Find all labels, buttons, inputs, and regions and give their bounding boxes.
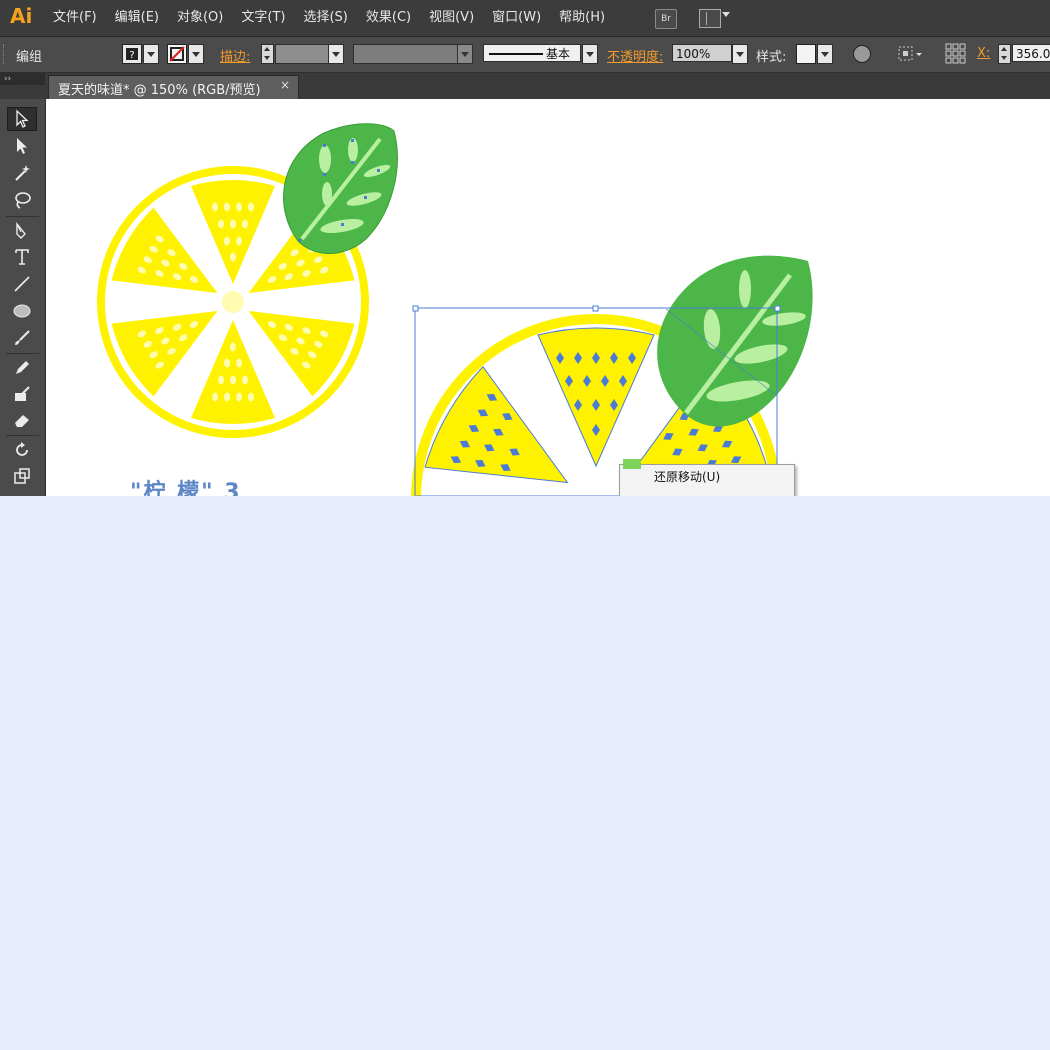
isolate-group-icon[interactable] <box>896 44 924 64</box>
type-tool-icon <box>15 249 29 265</box>
opacity-field[interactable]: 100% <box>672 44 732 62</box>
align-grid-icon[interactable] <box>944 42 968 66</box>
pen-tool-icon <box>16 222 26 239</box>
bounding-box-handle <box>592 305 599 312</box>
stroke-label[interactable]: 描边: <box>220 46 250 65</box>
profile-dropdown[interactable] <box>457 44 473 64</box>
brush-definition[interactable]: 基本 <box>483 44 581 62</box>
recolor-artwork-icon[interactable] <box>853 45 871 63</box>
menu-edit[interactable]: 编辑(E) <box>106 0 168 36</box>
lasso-tool[interactable] <box>7 188 37 212</box>
blob-brush-tool[interactable] <box>7 382 37 406</box>
artboard-canvas[interactable]: 还原移动(U) <box>46 99 1050 496</box>
direct-selection-tool-icon <box>17 138 27 154</box>
rotate-tool-icon <box>16 442 28 456</box>
menu-file[interactable]: 文件(F) <box>44 0 106 36</box>
leaf-large[interactable] <box>657 255 813 427</box>
menu-view[interactable]: 视图(V) <box>420 0 483 36</box>
tools-panel <box>0 99 46 496</box>
brush-definition-dropdown[interactable] <box>582 44 598 64</box>
stroke-dropdown[interactable] <box>188 44 204 64</box>
scale-tool-icon <box>14 468 30 484</box>
ellipse-tool[interactable] <box>7 299 37 323</box>
artwork <box>97 123 813 496</box>
blob-brush-icon <box>15 386 30 401</box>
no-stroke-icon <box>169 46 185 62</box>
stroke-swatch[interactable] <box>167 44 187 64</box>
stroke-line-icon <box>489 53 543 55</box>
control-bar: 编组 ? 描边: 基本 不透明度: 100% 样式: X: 356.0 <box>0 37 1050 73</box>
variable-width-profile[interactable] <box>353 44 459 64</box>
stroke-weight-field[interactable] <box>275 44 329 64</box>
menu-bar: Ai 文件(F) 编辑(E) 对象(O) 文字(T) 选择(S) 效果(C) 视… <box>0 0 1050 37</box>
paintbrush-tool[interactable] <box>7 326 37 350</box>
context-menu-icon <box>623 459 641 469</box>
line-segment-tool[interactable] <box>7 272 37 296</box>
magic-wand-tool[interactable] <box>7 161 37 185</box>
menu-effect[interactable]: 效果(C) <box>357 0 420 36</box>
selection-tool[interactable] <box>7 107 37 131</box>
x-coordinate-field[interactable]: 356.0 <box>1012 44 1050 62</box>
svg-text:?: ? <box>129 50 134 61</box>
workspace-switcher-icon[interactable] <box>699 9 721 28</box>
stroke-weight-stepper[interactable] <box>261 44 274 64</box>
document-tab-title: 夏天的味道* @ 150% (RGB/预览) <box>58 83 261 98</box>
type-tool[interactable] <box>7 245 37 269</box>
brush-definition-value: 基本 <box>546 47 571 61</box>
fill-unknown-icon: ? <box>126 48 138 61</box>
toolbox-separator <box>6 435 39 436</box>
toolbox-collapse-button[interactable]: ›› <box>0 73 45 85</box>
ellipse-tool-icon <box>13 304 31 318</box>
chevron-down-icon[interactable] <box>722 12 730 17</box>
rotate-tool[interactable] <box>7 438 37 462</box>
selection-tool-icon <box>16 109 29 128</box>
pencil-tool[interactable] <box>7 356 37 380</box>
opacity-dropdown[interactable] <box>732 44 748 64</box>
bounding-box-handle <box>412 305 419 312</box>
menu-type[interactable]: 文字(T) <box>232 0 294 36</box>
line-tool-icon <box>14 276 30 292</box>
x-coordinate-label[interactable]: X: <box>977 46 990 61</box>
toolbox-separator <box>6 353 39 354</box>
canvas-caption-text: "柠 檬" 3 <box>130 480 242 496</box>
context-menu-undo-move[interactable]: 还原移动(U) <box>654 468 720 485</box>
eraser-icon <box>15 415 29 427</box>
stroke-weight-dropdown[interactable] <box>328 44 344 64</box>
eraser-tool[interactable] <box>7 408 37 432</box>
style-label: 样式: <box>756 50 787 65</box>
toolbox-separator <box>6 216 39 217</box>
app-logo: Ai <box>10 4 33 28</box>
magic-wand-icon <box>15 165 30 181</box>
selection-type-label: 编组 <box>16 50 43 65</box>
bounding-box-handle <box>774 305 781 312</box>
menu-help[interactable]: 帮助(H) <box>550 0 614 36</box>
fill-dropdown[interactable] <box>143 44 159 64</box>
graphic-style-dropdown[interactable] <box>817 44 833 64</box>
leaf-small[interactable] <box>283 123 398 254</box>
close-tab-icon[interactable]: × <box>280 78 290 92</box>
fill-swatch[interactable]: ? <box>122 44 142 64</box>
illustrator-window: Ai 文件(F) 编辑(E) 对象(O) 文字(T) 选择(S) 效果(C) 视… <box>0 0 1050 496</box>
menu-list: 文件(F) 编辑(E) 对象(O) 文字(T) 选择(S) 效果(C) 视图(V… <box>44 0 614 36</box>
paintbrush-icon <box>15 330 30 345</box>
panel-grip[interactable] <box>3 44 7 64</box>
lasso-icon <box>15 192 31 209</box>
x-coordinate-stepper[interactable] <box>998 44 1011 64</box>
document-tab[interactable]: 夏天的味道* @ 150% (RGB/预览) × <box>48 75 299 99</box>
pencil-icon <box>16 361 29 374</box>
graphic-style-swatch[interactable] <box>796 44 816 64</box>
direct-selection-tool[interactable] <box>7 134 37 158</box>
menu-object[interactable]: 对象(O) <box>168 0 232 36</box>
menu-select[interactable]: 选择(S) <box>294 0 356 36</box>
lemon-core <box>222 291 244 313</box>
opacity-label[interactable]: 不透明度: <box>607 46 663 65</box>
menu-window[interactable]: 窗口(W) <box>483 0 550 36</box>
context-menu: 还原移动(U) <box>619 459 795 496</box>
bridge-button[interactable]: Br <box>655 9 677 29</box>
pen-tool[interactable] <box>7 219 37 243</box>
scale-tool[interactable] <box>7 464 37 488</box>
